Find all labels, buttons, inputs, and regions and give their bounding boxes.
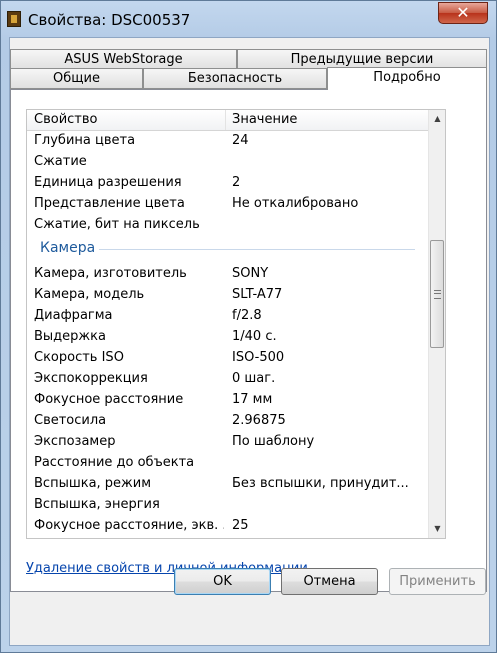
property-value: 2 <box>232 175 241 190</box>
cancel-button[interactable]: Отмена <box>281 568 378 595</box>
list-row[interactable]: Скорость ISO ISO-500 <box>27 348 428 369</box>
property-name: Вспышка, режим <box>34 476 152 491</box>
apply-button[interactable]: Применить <box>389 568 486 595</box>
property-value: ISO-500 <box>232 350 285 365</box>
property-name: Камера, изготовитель <box>34 266 187 281</box>
list-row[interactable]: Фокусное расстояние, экв. ... 25 <box>27 516 428 537</box>
list-row[interactable]: Глубина цвета 24 <box>27 131 428 152</box>
grip-icon <box>434 290 441 299</box>
list-row[interactable]: Экспозамер По шаблону <box>27 432 428 453</box>
property-value: 24 <box>232 133 249 148</box>
ok-button[interactable]: OK <box>174 568 271 595</box>
property-name: Фокусное расстояние, экв. ... <box>34 518 224 533</box>
window-title: Свойства: DSC00537 <box>28 11 191 29</box>
property-value: 0 шаг. <box>232 371 276 386</box>
property-name: Вспышка, энергия <box>34 497 160 512</box>
property-name: Представление цвета <box>34 196 185 211</box>
list-row[interactable]: Камера, модель SLT-A77 <box>27 285 428 306</box>
list-row[interactable]: Сжатие <box>27 152 428 173</box>
tab-general[interactable]: Общие <box>10 68 143 89</box>
property-value: 17 мм <box>232 392 273 407</box>
property-name: Единица разрешения <box>34 175 182 190</box>
property-name: Глубина цвета <box>34 133 136 148</box>
scroll-down-arrow-icon[interactable]: ▼ <box>429 520 445 537</box>
property-name: Расстояние до объекта <box>34 455 195 470</box>
property-value: 25 <box>232 518 249 533</box>
group-divider <box>99 249 415 250</box>
property-value: 2.96875 <box>232 413 286 428</box>
list-row[interactable]: Единица разрешения 2 <box>27 173 428 194</box>
property-name: Камера, модель <box>34 287 145 302</box>
property-name: Диафрагма <box>34 308 113 323</box>
property-value: SONY <box>232 266 269 281</box>
scroll-thumb[interactable] <box>430 240 444 348</box>
list-header: Свойство Значение <box>27 110 428 131</box>
group-header-camera: Камера <box>40 240 96 256</box>
property-name: Выдержка <box>34 329 106 344</box>
tab-asus-webstorage[interactable]: ASUS WebStorage <box>10 49 237 70</box>
properties-list[interactable]: Свойство Значение Глубина цвета 24 Сжати… <box>26 109 446 539</box>
vertical-scrollbar[interactable]: ▲ ▼ <box>428 110 445 538</box>
column-divider[interactable] <box>225 110 226 130</box>
scroll-up-arrow-icon[interactable]: ▲ <box>429 110 445 127</box>
tab-security[interactable]: Безопасность <box>143 68 327 89</box>
list-row[interactable]: Светосила 2.96875 <box>27 411 428 432</box>
list-row[interactable]: Диафрагма f/2.8 <box>27 306 428 327</box>
column-header-property[interactable]: Свойство <box>34 112 97 127</box>
list-row[interactable]: Расстояние до объекта <box>27 453 428 474</box>
property-value: SLT-A77 <box>232 287 283 302</box>
property-name: Сжатие, бит на пиксель <box>34 217 200 232</box>
list-row[interactable]: Вспышка, режим Без вспышки, принудит... <box>27 474 428 495</box>
property-value: 1/40 с. <box>232 329 277 344</box>
property-value: Без вспышки, принудит... <box>232 476 409 491</box>
list-row[interactable]: Экспокоррекция 0 шаг. <box>27 369 428 390</box>
property-name: Экспокоррекция <box>34 371 148 386</box>
list-row[interactable]: Представление цвета Не откалибровано <box>27 194 428 215</box>
column-header-value[interactable]: Значение <box>232 112 297 127</box>
property-value: Не откалибровано <box>232 196 359 211</box>
property-name: Экспозамер <box>34 434 116 449</box>
list-row[interactable]: Камера, изготовитель SONY <box>27 264 428 285</box>
title-bar[interactable]: Свойства: DSC00537 ✕ <box>1 1 496 39</box>
property-name: Фокусное расстояние <box>34 392 184 407</box>
details-panel: Свойство Значение Глубина цвета 24 Сжати… <box>10 89 487 592</box>
close-button[interactable]: ✕ <box>438 2 488 24</box>
property-name: Сжатие <box>34 154 87 169</box>
property-value: По шаблону <box>232 434 315 449</box>
properties-window: Свойства: DSC00537 ✕ ASUS WebStorage Пре… <box>0 0 497 653</box>
tab-details[interactable]: Подробно <box>327 67 487 90</box>
list-row[interactable]: Выдержка 1/40 с. <box>27 327 428 348</box>
list-row[interactable]: Вспышка, энергия <box>27 495 428 516</box>
property-name: Скорость ISO <box>34 350 124 365</box>
list-row[interactable]: Сжатие, бит на пиксель <box>27 215 428 236</box>
file-icon <box>7 11 21 27</box>
list-row[interactable]: Фокусное расстояние 17 мм <box>27 390 428 411</box>
property-name: Светосила <box>34 413 107 428</box>
property-value: f/2.8 <box>232 308 262 323</box>
